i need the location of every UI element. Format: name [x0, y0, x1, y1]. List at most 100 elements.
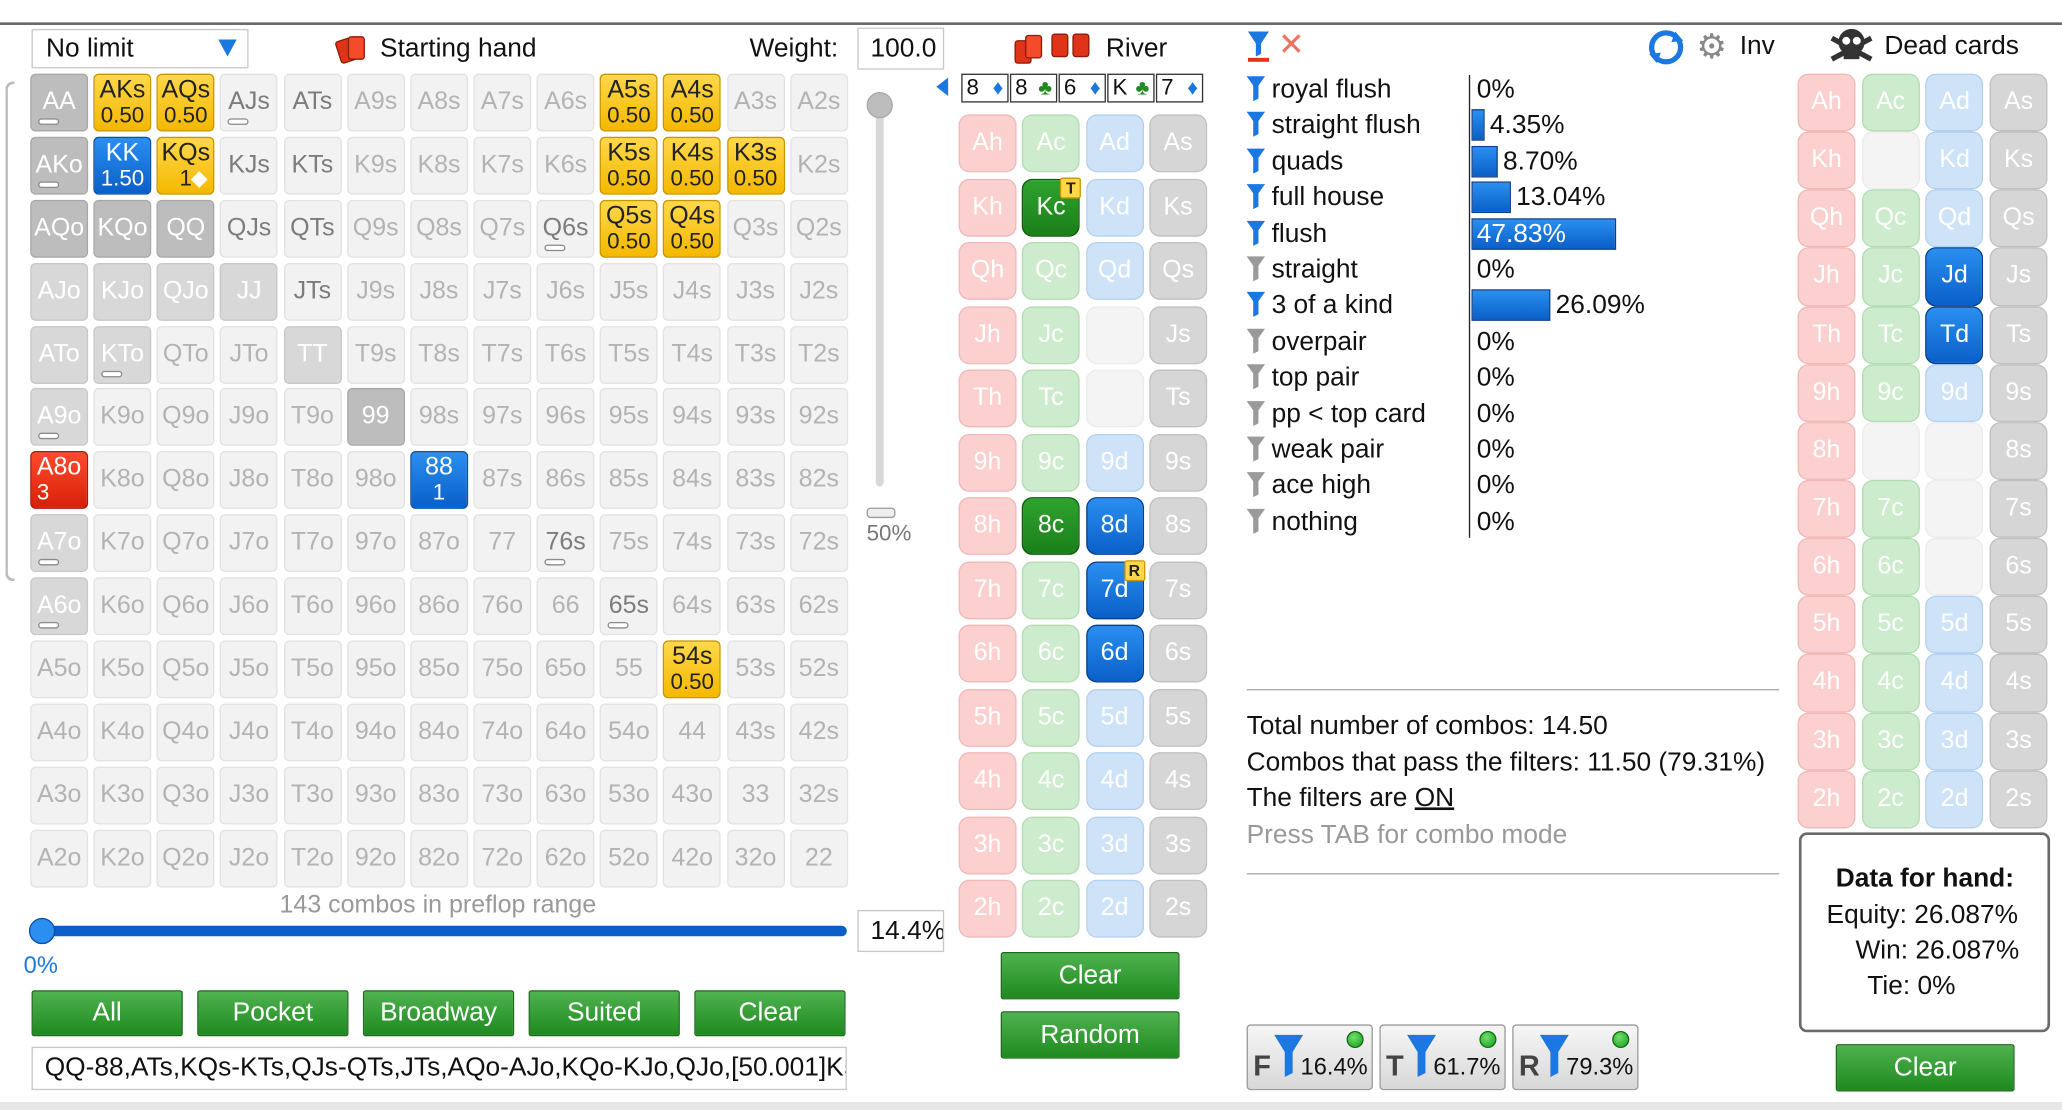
hand-cell-85o[interactable]: 85o: [410, 640, 468, 699]
weight-slider[interactable]: [866, 92, 893, 487]
hand-cell-J6s[interactable]: J6s: [536, 262, 595, 321]
hand-cell-K7s[interactable]: K7s: [473, 136, 532, 195]
hand-cell-KJo[interactable]: KJo: [93, 262, 152, 321]
card-3s[interactable]: 3s: [1989, 712, 2048, 771]
hand-cell-Q3o[interactable]: Q3o: [156, 766, 215, 825]
hand-cell-T9s[interactable]: T9s: [346, 325, 405, 384]
river-filter-box[interactable]: R 79.3%: [1512, 1024, 1639, 1091]
range-slider-knob[interactable]: [28, 917, 56, 945]
board-summary-card[interactable]: 7 ♦: [1155, 73, 1204, 103]
card-Ah[interactable]: Ah: [1797, 73, 1856, 132]
hand-cell-76s[interactable]: 76s: [536, 514, 595, 573]
category-row[interactable]: 3 of a kind 26.09%: [1246, 288, 1786, 324]
filter-funnel-icon[interactable]: [1247, 29, 1276, 63]
hand-cell-55[interactable]: 55: [599, 640, 658, 699]
category-row[interactable]: royal flush 0%: [1246, 72, 1786, 108]
hand-cell-T6o[interactable]: T6o: [283, 577, 342, 636]
hand-cell-K4s[interactable]: K4s 0.50: [663, 136, 722, 195]
weight-input[interactable]: 100.0: [857, 27, 945, 70]
hand-cell-64o[interactable]: 64o: [536, 703, 595, 762]
hand-cell-K7o[interactable]: K7o: [93, 514, 152, 573]
hand-cell-54o[interactable]: 54o: [599, 703, 658, 762]
card-5d[interactable]: 5d: [1085, 688, 1144, 747]
hand-cell-A6s[interactable]: A6s: [536, 73, 595, 132]
hand-cell-A5s[interactable]: A5s 0.50: [599, 73, 658, 132]
all-button[interactable]: All: [31, 990, 183, 1037]
hand-cell-52s[interactable]: 52s: [789, 640, 848, 699]
hand-cell-62o[interactable]: 62o: [536, 829, 595, 888]
hand-cell-Q2o[interactable]: Q2o: [156, 829, 215, 888]
card-7h[interactable]: 7h: [1797, 479, 1856, 538]
category-row[interactable]: pp < top card 0%: [1246, 396, 1786, 432]
card-4d[interactable]: 4d: [1925, 654, 1984, 713]
hand-cell-KTo[interactable]: KTo: [93, 325, 152, 384]
row-funnel-icon[interactable]: [1246, 255, 1266, 282]
hand-cell-K9s[interactable]: K9s: [346, 136, 405, 195]
hand-cell-J2o[interactable]: J2o: [220, 829, 279, 888]
card-3h[interactable]: 3h: [1797, 712, 1856, 771]
hand-cell-K5o[interactable]: K5o: [93, 640, 152, 699]
dead-clear-button[interactable]: Clear: [1835, 1044, 2015, 1092]
card-Jd[interactable]: Jd: [1925, 247, 1984, 306]
card-Qh[interactable]: Qh: [1797, 189, 1856, 248]
hand-cell-72o[interactable]: 72o: [473, 829, 532, 888]
hand-cell-T5o[interactable]: T5o: [283, 640, 342, 699]
hand-cell-85s[interactable]: 85s: [599, 451, 658, 510]
hand-cell-J5o[interactable]: J5o: [220, 640, 279, 699]
category-row[interactable]: weak pair 0%: [1246, 433, 1786, 469]
hand-cell-96o[interactable]: 96o: [346, 577, 405, 636]
card-Ah[interactable]: Ah: [958, 114, 1017, 173]
skull-icon[interactable]: [1827, 25, 1877, 67]
hand-cell-Q2s[interactable]: Q2s: [789, 199, 848, 258]
card-Td[interactable]: Td: [1925, 305, 1984, 364]
hand-cell-AKs[interactable]: AKs 0.50: [93, 73, 152, 132]
card-3d[interactable]: 3d: [1925, 712, 1984, 771]
category-row[interactable]: ace high 0%: [1246, 469, 1786, 505]
hand-cell-T8o[interactable]: T8o: [283, 451, 342, 510]
card-7c[interactable]: 7c: [1861, 479, 1920, 538]
card-9d[interactable]: 9d: [1085, 433, 1144, 492]
card-5s[interactable]: 5s: [1149, 688, 1208, 747]
hand-cell-J8o[interactable]: J8o: [220, 451, 279, 510]
card-5h[interactable]: 5h: [958, 688, 1017, 747]
hand-cell-86s[interactable]: 86s: [536, 451, 595, 510]
card-9c[interactable]: 9c: [1861, 363, 1920, 422]
range-string-input[interactable]: QQ-88,ATs,KQs-KTs,QJs-QTs,JTs,AQo-AJo,KQ…: [31, 1046, 847, 1091]
card-As[interactable]: As: [1149, 114, 1208, 173]
hand-cell-Q4o[interactable]: Q4o: [156, 703, 215, 762]
card-Qd[interactable]: Qd: [1085, 241, 1144, 300]
board-cards-icon[interactable]: [1013, 29, 1097, 68]
hand-cell-73o[interactable]: 73o: [473, 766, 532, 825]
board-summary-card[interactable]: 8 ♣: [1009, 73, 1058, 103]
card-8d[interactable]: 8d: [1085, 497, 1144, 555]
hand-cell-53s[interactable]: 53s: [726, 640, 785, 699]
hand-cell-J2s[interactable]: J2s: [789, 262, 848, 321]
card-4s[interactable]: 4s: [1149, 752, 1208, 811]
hand-cell-75o[interactable]: 75o: [473, 640, 532, 699]
hand-cell-T7s[interactable]: T7s: [473, 325, 532, 384]
board-summary-card[interactable]: 8 ♦: [961, 73, 1009, 103]
hand-cell-95o[interactable]: 95o: [346, 640, 405, 699]
hand-cell-A8o[interactable]: A8o 3: [30, 451, 89, 510]
card-Qd[interactable]: Qd: [1925, 189, 1984, 248]
card-9s[interactable]: 9s: [1149, 433, 1208, 492]
card-6s[interactable]: 6s: [1149, 624, 1208, 683]
hand-cell-98s[interactable]: 98s: [410, 388, 468, 447]
card-7d[interactable]: 7d R: [1085, 559, 1145, 619]
card-9s[interactable]: 9s: [1989, 363, 2048, 422]
card-Jc[interactable]: Jc: [1022, 305, 1081, 364]
hand-cell-75s[interactable]: 75s: [599, 514, 658, 573]
hand-cell-86o[interactable]: 86o: [410, 577, 468, 636]
card-3h[interactable]: 3h: [958, 815, 1017, 874]
row-funnel-icon[interactable]: [1246, 363, 1266, 390]
hand-cell-42s[interactable]: 42s: [789, 703, 848, 762]
card-5d[interactable]: 5d: [1925, 596, 1984, 655]
pocket-button[interactable]: Pocket: [197, 990, 349, 1037]
category-row[interactable]: straight 0%: [1246, 252, 1786, 288]
card-2h[interactable]: 2h: [958, 879, 1017, 938]
hand-cell-88[interactable]: 88 1: [410, 451, 468, 510]
card-Tc[interactable]: Tc: [1022, 369, 1081, 428]
hand-cell-62s[interactable]: 62s: [789, 577, 848, 636]
hand-cell-T2s[interactable]: T2s: [789, 325, 848, 384]
clear-filters-icon[interactable]: ✕: [1278, 26, 1304, 64]
